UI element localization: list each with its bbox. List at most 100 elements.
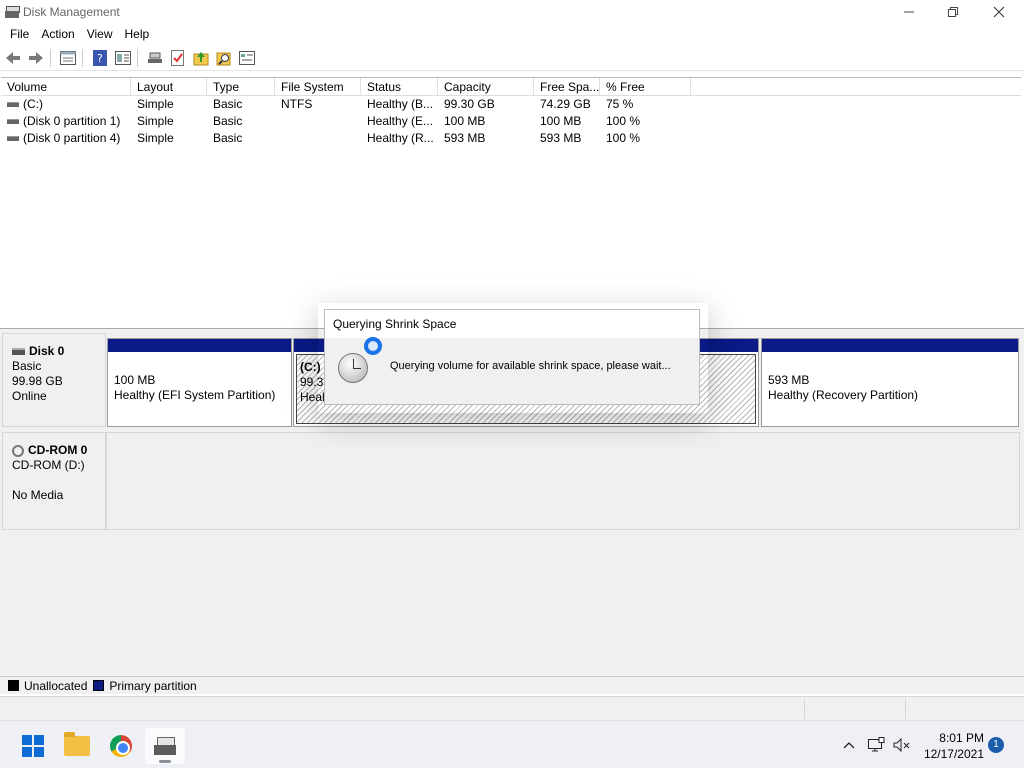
type-cell: Basic — [213, 131, 243, 145]
cdrom-drive: CD-ROM (D:) — [12, 458, 85, 472]
search-button[interactable] — [214, 49, 234, 67]
table-row[interactable]: (Disk 0 partition 1) Simple Basic Health… — [1, 113, 1021, 130]
list-view-button[interactable] — [113, 49, 133, 67]
clock-icon — [338, 353, 368, 383]
status-cell: Healthy (B... — [367, 97, 434, 111]
col-free-space[interactable]: Free Spa... — [534, 78, 600, 96]
capacity-cell: 593 MB — [444, 131, 486, 145]
settings-icon — [239, 51, 255, 65]
cdrom-name: CD-ROM 0 — [28, 443, 88, 457]
partition-efi[interactable]: 100 MB Healthy (EFI System Partition) — [107, 338, 292, 427]
col-file-system[interactable]: File System — [275, 78, 361, 96]
cdrom-empty-area[interactable] — [106, 432, 1020, 530]
table-row[interactable]: (Disk 0 partition 4) Simple Basic Health… — [1, 130, 1021, 147]
drive-icon — [7, 136, 19, 142]
back-button[interactable] — [3, 49, 23, 67]
volume-button[interactable] — [890, 721, 914, 768]
restore-button[interactable] — [930, 0, 976, 24]
back-arrow-icon — [6, 52, 20, 64]
notification-badge[interactable]: 1 — [988, 737, 1004, 753]
menu-file[interactable]: File — [4, 27, 35, 41]
speaker-muted-icon — [893, 737, 910, 753]
legend-unallocated: Unallocated — [24, 678, 88, 693]
layout-cell: Simple — [137, 131, 174, 145]
layout-cell: Simple — [137, 114, 174, 128]
partition-status: Healthy (EFI System Partition) — [114, 388, 276, 402]
legend-primary: Primary partition — [109, 678, 197, 693]
volume-name: (C:) — [23, 97, 43, 111]
toolbar: ? — [0, 46, 1024, 71]
properties-button[interactable] — [58, 49, 78, 67]
help-button[interactable]: ? — [90, 49, 110, 67]
file-system-cell: NTFS — [281, 97, 313, 111]
percent-free-cell: 100 % — [606, 131, 641, 145]
network-icon — [868, 737, 885, 752]
free-space-cell: 593 MB — [540, 131, 582, 145]
col-layout[interactable]: Layout — [131, 78, 207, 96]
volume-list-header: Volume Layout Type File System Status Ca… — [1, 78, 1021, 96]
disk-name: Disk 0 — [29, 344, 65, 358]
disk-management-taskbar-button[interactable] — [145, 728, 185, 764]
folder-up-icon — [193, 52, 209, 66]
network-button[interactable] — [864, 721, 888, 768]
partition-size: 593 MB — [768, 373, 810, 387]
start-button[interactable] — [13, 728, 53, 764]
status-bar — [0, 696, 1024, 720]
disk-type: Basic — [12, 359, 42, 373]
show-hidden-icons-button[interactable] — [838, 721, 860, 768]
close-button[interactable] — [976, 0, 1022, 24]
title-bar: Disk Management — [0, 0, 1024, 24]
taskbar-clock[interactable]: 8:01 PM 12/17/2021 — [918, 730, 984, 762]
disk-state: Online — [12, 389, 47, 403]
settings-button[interactable] — [237, 49, 257, 67]
search-icon — [216, 52, 231, 66]
partition-size: 100 MB — [114, 373, 156, 387]
taskbar: 8:01 PM 12/17/2021 1 — [0, 720, 1024, 768]
col-volume[interactable]: Volume — [1, 78, 131, 96]
disk-size: 99.98 GB — [12, 374, 63, 388]
connect-button[interactable] — [145, 49, 165, 67]
forward-button[interactable] — [26, 49, 46, 67]
partition-recovery[interactable]: 593 MB Healthy (Recovery Partition) — [761, 338, 1019, 427]
col-status[interactable]: Status — [361, 78, 438, 96]
cdrom-0-label[interactable]: CD-ROM 0 CD-ROM (D:) No Media — [2, 432, 106, 530]
menu-help[interactable]: Help — [119, 27, 156, 41]
menu-action[interactable]: Action — [35, 27, 80, 41]
table-row[interactable]: (C:) Simple Basic NTFS Healthy (B... 99.… — [1, 96, 1021, 113]
clock-date: 12/17/2021 — [923, 747, 984, 761]
dialog-title: Querying Shrink Space — [325, 310, 699, 338]
col-percent-free[interactable]: % Free — [600, 78, 691, 96]
help-icon: ? — [93, 50, 107, 66]
primary-partition-swatch — [93, 680, 105, 691]
folder-icon — [64, 732, 90, 756]
capacity-cell: 99.30 GB — [444, 97, 495, 111]
clock-time: 8:01 PM — [939, 731, 984, 745]
capacity-cell: 100 MB — [444, 114, 486, 128]
minimize-button[interactable] — [886, 0, 932, 24]
disk-0-label[interactable]: Disk 0 Basic 99.98 GB Online — [2, 333, 106, 427]
layout-cell: Simple — [137, 97, 174, 111]
disk-management-icon — [154, 737, 176, 755]
col-type[interactable]: Type — [207, 78, 275, 96]
primary-partition-bar — [762, 339, 1018, 352]
cdrom-media: No Media — [12, 488, 64, 502]
busy-spinner-icon — [364, 337, 382, 355]
forward-arrow-icon — [29, 52, 43, 64]
chrome-button[interactable] — [101, 728, 141, 764]
col-capacity[interactable]: Capacity — [438, 78, 534, 96]
status-cell: Healthy (R... — [367, 131, 434, 145]
windows-logo-icon — [22, 735, 44, 757]
percent-free-cell: 75 % — [606, 97, 634, 111]
file-system-cell — [275, 113, 361, 130]
folder-up-button[interactable] — [191, 49, 211, 67]
hard-disk-icon — [12, 348, 25, 355]
volume-list: Volume Layout Type File System Status Ca… — [1, 77, 1021, 326]
legend: Unallocated Primary partition — [0, 676, 1024, 694]
properties-icon — [60, 51, 76, 65]
free-space-cell: 100 MB — [540, 114, 582, 128]
menu-view[interactable]: View — [81, 27, 119, 41]
check-button[interactable] — [168, 49, 188, 67]
list-view-icon — [115, 51, 131, 65]
unallocated-swatch — [8, 680, 19, 691]
file-explorer-button[interactable] — [57, 728, 97, 764]
